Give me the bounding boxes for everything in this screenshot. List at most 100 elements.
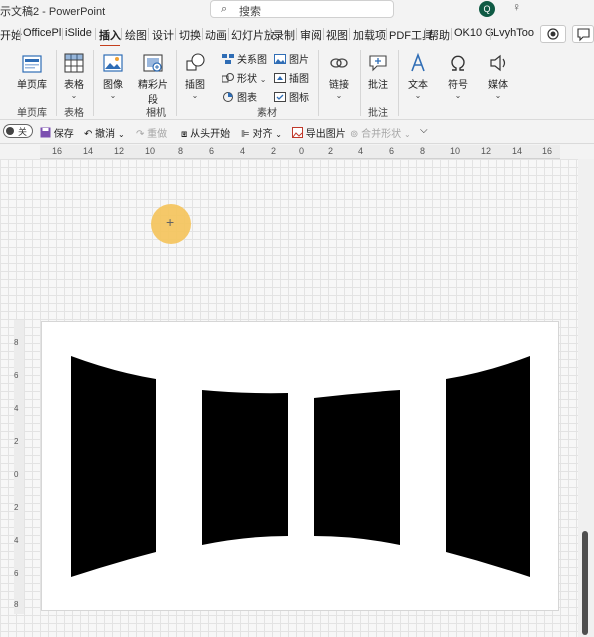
insert-illustration-label: 插图 — [289, 74, 309, 85]
media-label: 媒体 — [488, 80, 508, 91]
tab-insert[interactable]: 插入 — [99, 27, 121, 46]
record-button[interactable] — [540, 25, 566, 43]
chart-label: 图表 — [237, 93, 257, 104]
tab-draw[interactable]: 绘图 — [125, 27, 147, 43]
link-button[interactable]: 链接 ⌄ — [324, 52, 354, 100]
redo-icon: ↷ — [136, 129, 145, 140]
save-icon — [40, 127, 51, 138]
ruler-label: 6 — [389, 146, 395, 156]
tab-addins[interactable]: 加载项 — [353, 27, 386, 43]
tab-pdf-tools[interactable]: PDF工具 — [389, 27, 433, 43]
avatar[interactable]: Q — [479, 1, 495, 17]
horizontal-ruler: 16 14 12 10 8 6 4 2 0 2 4 6 8 10 12 14 1… — [40, 145, 560, 159]
tab-divider — [296, 28, 297, 40]
smartart-button[interactable]: 关系图 — [222, 51, 267, 66]
ribbon: 单页库 单页库 表格 ⌄ 表格 图像 ⌄ 精彩片段 ⌄ 相机 插图 ⌄ 关系图 … — [0, 46, 594, 120]
group-label-camera: 相机 — [146, 108, 166, 119]
tab-divider — [451, 28, 452, 40]
tab-record[interactable]: 录制 — [273, 27, 295, 43]
curved-panel-center-right[interactable] — [314, 390, 400, 545]
chevron-down-icon: ⌄ — [191, 91, 199, 100]
ruler-label: 2 — [14, 437, 19, 446]
tab-officeplus[interactable]: OfficePl — [23, 27, 61, 39]
tab-design[interactable]: 设计 — [152, 27, 174, 43]
undo-button[interactable]: ↶ 撤消 ⌄ — [84, 125, 125, 140]
group-divider — [176, 50, 177, 116]
text-button[interactable]: 文本 ⌄ — [404, 52, 432, 100]
comment-add-icon — [369, 55, 387, 72]
save-label: 保存 — [53, 129, 74, 140]
search-placeholder: 搜索 — [239, 6, 261, 18]
chevron-down-icon: ⌄ — [117, 130, 125, 139]
export-image-button[interactable]: 导出图片 — [292, 125, 346, 140]
ruler-label: 6 — [209, 146, 215, 156]
tab-divider — [270, 28, 271, 40]
curved-panel-right[interactable] — [446, 356, 530, 577]
tab-slideshow[interactable]: 幻灯片放 — [231, 27, 275, 43]
tab-home[interactable]: 开始 — [0, 27, 22, 43]
ruler-label: 14 — [83, 146, 94, 156]
customize-qat-button[interactable]: ⌵ — [420, 125, 428, 136]
chart-button[interactable]: 图表 — [222, 89, 257, 104]
slide[interactable] — [41, 321, 559, 611]
align-button[interactable]: ⊫ 对齐 ⌄ — [241, 125, 282, 140]
table-button[interactable]: 表格 ⌄ — [60, 52, 88, 100]
link-icon — [330, 58, 348, 68]
shapes-icon — [222, 73, 234, 83]
picture-button[interactable]: 图片 — [274, 51, 309, 66]
autosave-toggle[interactable]: 关 — [3, 124, 33, 138]
image-icon — [103, 54, 123, 72]
group-label-single-page: 单页库 — [17, 108, 47, 119]
lightbulb-icon[interactable]: ♀ — [512, 0, 521, 14]
ruler-label: 10 — [145, 146, 156, 156]
image-button[interactable]: 图像 ⌄ — [98, 52, 128, 100]
tab-animations[interactable]: 动画 — [205, 27, 227, 43]
slideshow-icon: ⧆ — [181, 129, 188, 140]
tab-islide[interactable]: iSlide — [65, 27, 92, 39]
export-image-label: 导出图片 — [305, 129, 346, 140]
illustration-icon — [186, 53, 205, 71]
tab-view[interactable]: 视图 — [326, 27, 348, 43]
export-image-icon — [292, 127, 303, 138]
ruler-label: 12 — [114, 146, 125, 156]
redo-button[interactable]: ↷ 重做 — [136, 125, 167, 140]
picture-label: 图片 — [289, 55, 309, 66]
save-button[interactable]: 保存 — [40, 125, 74, 140]
comment-button[interactable] — [572, 25, 594, 43]
tab-review[interactable]: 审阅 — [300, 27, 322, 43]
group-divider — [360, 50, 361, 116]
start-from-beginning-button[interactable]: ⧆ 从头开始 — [181, 125, 230, 140]
chevron-down-icon: ⌄ — [454, 91, 462, 100]
merge-shapes-label: 合并形状 — [361, 129, 402, 140]
chevron-down-icon: ⌄ — [494, 91, 502, 100]
vertical-scrollbar[interactable] — [578, 159, 594, 637]
crosshair-icon: + — [166, 214, 175, 230]
tab-divider — [425, 28, 426, 40]
chevron-down-icon: ⌄ — [275, 130, 282, 139]
symbol-button[interactable]: 符号 ⌄ — [444, 52, 472, 100]
tab-ok10[interactable]: OK10 G — [454, 27, 494, 39]
tab-help[interactable]: 帮助 — [428, 27, 450, 43]
shapes-button[interactable]: 形状 ⌄ — [222, 70, 266, 85]
group-divider — [93, 50, 94, 116]
group-label-assets: 素材 — [257, 108, 277, 119]
media-button[interactable]: 媒体 ⌄ — [484, 52, 512, 100]
single-page-library-button[interactable]: 单页库 — [14, 54, 50, 91]
ruler-label: 4 — [240, 146, 246, 156]
ruler-label: 4 — [14, 404, 19, 413]
scrollbar-thumb[interactable] — [582, 531, 588, 635]
insert-comment-button[interactable]: 批注 — [364, 52, 392, 91]
comment-icon — [577, 28, 590, 42]
chevron-down-icon: ⌄ — [414, 91, 422, 100]
insert-illustration-button[interactable]: 插图 — [274, 70, 309, 85]
curved-panel-left[interactable] — [71, 356, 156, 577]
curved-panel-center-left[interactable] — [202, 390, 288, 545]
merge-shapes-button[interactable]: ⊚ 合并形状 ⌄ — [350, 125, 411, 140]
icons-button[interactable]: 图标 — [274, 89, 309, 104]
search-box[interactable]: ⌕ 搜索 — [210, 0, 394, 18]
tab-transitions[interactable]: 切换 — [179, 27, 201, 43]
highlights-label: 精彩片段 — [138, 80, 168, 106]
illustration-button[interactable]: 插图 ⌄ — [180, 52, 210, 100]
tab-lvyhtools[interactable]: LvyhToo — [493, 27, 534, 39]
chevron-down-icon: ⌄ — [70, 91, 78, 100]
